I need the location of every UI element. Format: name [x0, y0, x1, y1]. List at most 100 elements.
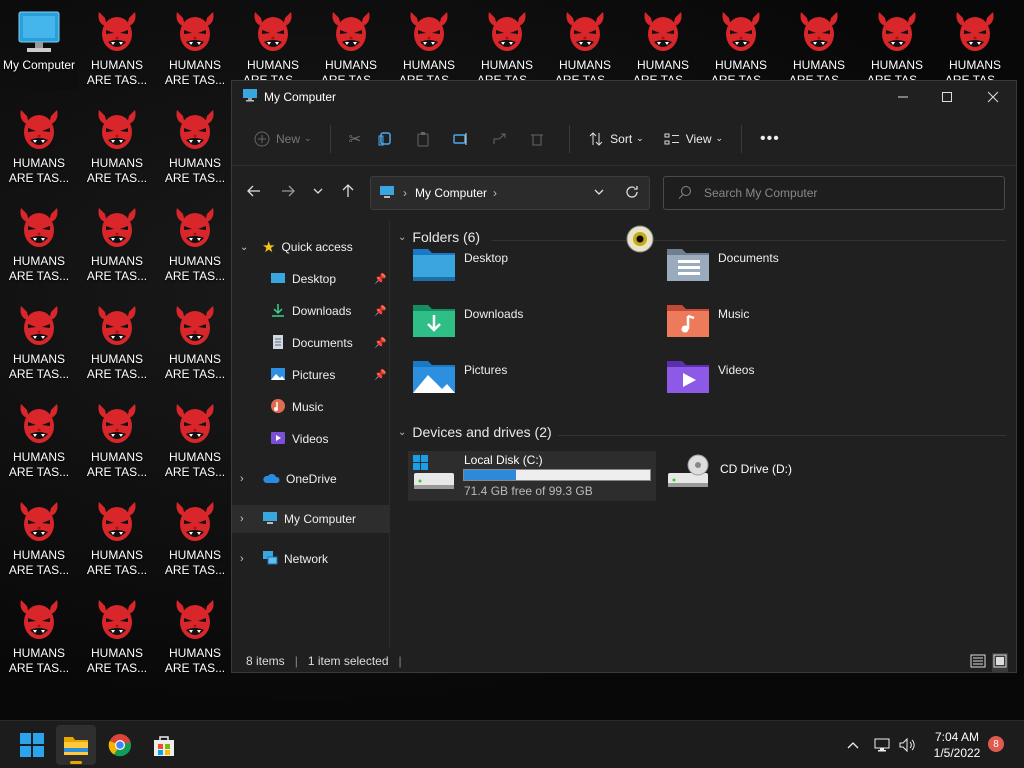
folder-item-videos[interactable]: Videos — [666, 355, 896, 403]
chevron-right-icon: › — [240, 553, 244, 565]
sidebar-item-network[interactable]: › Network — [240, 545, 390, 573]
video-icon — [270, 430, 286, 449]
desktop-icon-humans-are-tasty[interactable]: HUMANS ARE TAS... — [156, 392, 234, 488]
monitor-icon — [262, 510, 278, 529]
desktop-icon-humans-are-tasty[interactable]: HUMANS ARE TAS... — [0, 196, 78, 292]
sidebar-item-documents[interactable]: Documents 📌 — [270, 329, 390, 357]
sidebar-item-label: My Computer — [284, 512, 357, 526]
desktop-icon-label: HUMANS ARE TAS... — [8, 254, 70, 283]
divider: | — [398, 654, 402, 668]
sort-button[interactable]: Sort ⌄ — [580, 123, 652, 155]
maximize-button[interactable] — [924, 81, 970, 112]
view-button[interactable]: View ⌄ — [656, 123, 731, 155]
desktop-icon-humans-are-tasty[interactable]: HUMANS ARE TAS... — [78, 196, 156, 292]
pin-icon[interactable]: 📌 — [374, 274, 386, 285]
sort-label: Sort — [610, 131, 633, 146]
sidebar-item-music[interactable]: Music — [270, 393, 390, 421]
sidebar-item-my-computer[interactable]: › My Computer — [232, 505, 389, 533]
sidebar-item-downloads[interactable]: Downloads 📌 — [270, 297, 390, 325]
desktop-icon-humans-are-tasty[interactable]: HUMANS ARE TAS... — [0, 294, 78, 390]
desktop-icon-humans-are-tasty[interactable]: HUMANS ARE TAS... — [78, 98, 156, 194]
rename-button[interactable] — [445, 123, 483, 155]
taskbar-chrome[interactable] — [100, 725, 140, 765]
new-button[interactable]: New ⌄ — [246, 123, 320, 155]
sidebar-item-videos[interactable]: Videos — [270, 425, 390, 453]
pin-icon[interactable]: 📌 — [374, 338, 386, 349]
address-bar[interactable]: › My Computer › — [370, 176, 650, 210]
red-devil-icon — [171, 498, 219, 546]
desktop-icon-humans-are-tasty[interactable]: HUMANS ARE TAS... — [156, 0, 234, 96]
notification-badge[interactable]: 8 — [988, 736, 1004, 752]
desktop-icon-humans-are-tasty[interactable]: HUMANS ARE TAS... — [0, 98, 78, 194]
desktop-folder-icon — [270, 271, 286, 288]
sidebar-item-quick-access[interactable]: ⌄ ★ Quick access — [240, 233, 390, 261]
chevron-down-icon: ⌄ — [715, 133, 724, 143]
desktop-icon-humans-are-tasty[interactable]: HUMANS ARE TAS... — [78, 588, 156, 684]
back-arrow-icon[interactable] — [246, 183, 262, 202]
large-icons-view-icon[interactable] — [992, 653, 1008, 672]
music-note-icon — [270, 398, 286, 417]
red-devil-icon — [93, 302, 141, 350]
folder-item-pictures[interactable]: Pictures — [412, 355, 642, 403]
sidebar-item-desktop[interactable]: Desktop 📌 — [270, 265, 390, 293]
monitor-icon — [242, 87, 258, 106]
search-box[interactable]: Search My Computer — [663, 176, 1005, 210]
drive-item-local-disk-c[interactable]: Local Disk (C:) 71.4 GB free of 99.3 GB — [408, 451, 656, 501]
sidebar-item-onedrive[interactable]: › OneDrive — [240, 465, 390, 493]
folder-name: Desktop — [464, 251, 509, 265]
desktop-icon-humans-are-tasty[interactable]: HUMANS ARE TAS... — [156, 490, 234, 586]
desktop-icon-label: HUMANS ARE TAS... — [86, 156, 148, 185]
volume-icon[interactable] — [898, 721, 916, 768]
breadcrumb[interactable]: My Computer — [415, 186, 487, 200]
scissors-icon: ✂ — [348, 130, 362, 148]
chevron-right-icon: › — [403, 186, 407, 200]
desktop-icon-humans-are-tasty[interactable]: HUMANS ARE TAS... — [78, 392, 156, 488]
desktop-icon-humans-are-tasty[interactable]: HUMANS ARE TAS... — [78, 0, 156, 96]
start-button[interactable] — [12, 725, 52, 765]
share-button[interactable] — [483, 123, 521, 155]
taskbar-store[interactable] — [144, 725, 184, 765]
folder-item-downloads[interactable]: Downloads — [412, 299, 642, 347]
pin-icon[interactable]: 📌 — [374, 370, 386, 381]
desktop-icon-label: HUMANS ARE TAS... — [164, 646, 226, 675]
cut-button[interactable]: ✂ — [341, 123, 370, 155]
file-explorer-window: My Computer New ⌄ ✂ Sort ⌄ View ⌄ ••• › … — [231, 80, 1017, 673]
desktop-icon-humans-are-tasty[interactable]: HUMANS ARE TAS... — [156, 196, 234, 292]
desktop-icon-humans-are-tasty[interactable]: HUMANS ARE TAS... — [156, 98, 234, 194]
details-view-icon[interactable] — [970, 654, 986, 671]
desktop-icon-humans-are-tasty[interactable]: HUMANS ARE TAS... — [78, 490, 156, 586]
folder-item-documents[interactable]: Documents — [666, 243, 896, 291]
taskbar-file-explorer[interactable] — [56, 725, 96, 765]
section-title: Devices and drives (2) — [412, 424, 552, 440]
pin-icon[interactable]: 📌 — [374, 306, 386, 317]
desktop-icon-humans-are-tasty[interactable]: HUMANS ARE TAS... — [0, 392, 78, 488]
refresh-icon[interactable] — [625, 185, 639, 202]
devices-section-header[interactable]: ⌄ Devices and drives (2) — [398, 424, 552, 440]
drive-item-cd-drive-d[interactable]: CD Drive (D:) — [666, 451, 896, 501]
sidebar-item-label: Desktop — [292, 272, 337, 286]
address-history-chevron-icon[interactable] — [593, 184, 605, 203]
show-hidden-icons-chevron[interactable] — [846, 721, 860, 768]
command-bar: New ⌄ ✂ Sort ⌄ View ⌄ ••• — [232, 112, 1016, 166]
forward-arrow-icon[interactable] — [280, 183, 296, 202]
desktop-icon-humans-are-tasty[interactable]: HUMANS ARE TAS... — [0, 588, 78, 684]
folder-item-desktop[interactable]: Desktop — [412, 243, 642, 291]
network-status-icon[interactable] — [874, 721, 892, 768]
desktop-icon-humans-are-tasty[interactable]: HUMANS ARE TAS... — [0, 490, 78, 586]
paste-button[interactable] — [407, 123, 445, 155]
desktop-icon-humans-are-tasty[interactable]: HUMANS ARE TAS... — [78, 294, 156, 390]
folder-item-music[interactable]: Music — [666, 299, 896, 347]
more-options-button[interactable]: ••• — [752, 123, 788, 155]
minimize-button[interactable] — [880, 81, 926, 112]
recent-locations-chevron-icon[interactable] — [312, 183, 324, 202]
desktop-icon-humans-are-tasty[interactable]: HUMANS ARE TAS... — [156, 588, 234, 684]
delete-button[interactable] — [521, 123, 559, 155]
close-button[interactable] — [970, 81, 1016, 112]
sidebar-item-pictures[interactable]: Pictures 📌 — [270, 361, 390, 389]
clock[interactable]: 7:04 AM 1/5/2022 — [924, 729, 990, 761]
desktop-icon-humans-are-tasty[interactable]: HUMANS ARE TAS... — [156, 294, 234, 390]
up-arrow-icon[interactable] — [340, 183, 356, 202]
copy-button[interactable] — [369, 123, 407, 155]
folder-name: Pictures — [464, 363, 508, 377]
desktop-icon-my-computer[interactable]: My Computer — [0, 0, 78, 96]
